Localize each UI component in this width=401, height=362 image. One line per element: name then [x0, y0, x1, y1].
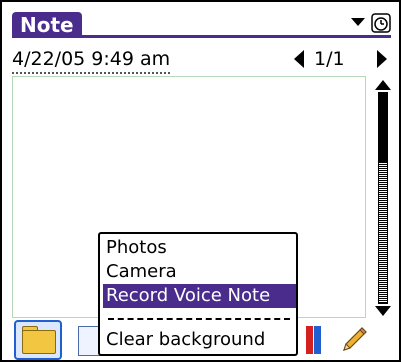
menu-separator: [108, 318, 290, 320]
note-date[interactable]: 4/22/05 9:49 am: [12, 46, 171, 74]
pencil-icon[interactable]: [338, 324, 370, 356]
menu-item-camera[interactable]: Camera: [103, 260, 296, 284]
prev-page-arrow-icon[interactable]: [294, 50, 304, 68]
color-swatch-blue: [314, 326, 321, 354]
menu-item-clear-background[interactable]: Clear background: [103, 328, 296, 352]
menu-item-record-voice-note[interactable]: Record Voice Note: [103, 284, 296, 308]
color-swatch-red: [306, 326, 313, 354]
clock-icon[interactable]: [371, 13, 391, 33]
menu-item-photos[interactable]: Photos: [103, 236, 296, 260]
menu-arrow-icon[interactable]: [351, 18, 365, 26]
scroll-thumb[interactable]: [378, 92, 388, 162]
title-bar: Note: [12, 12, 391, 38]
app-window: Note 4/22/05 9:49 am 1/1 Photos Camera R…: [0, 0, 401, 362]
folder-icon-body: [22, 330, 56, 354]
note-info-row: 4/22/05 9:49 am 1/1: [12, 46, 391, 74]
folder-button[interactable]: [14, 320, 62, 360]
page-count: 1/1: [314, 48, 345, 70]
title-underline: [12, 35, 391, 38]
scrollbar[interactable]: [375, 80, 391, 316]
next-page-arrow-icon[interactable]: [377, 50, 387, 68]
scroll-up-arrow-icon[interactable]: [375, 80, 391, 90]
scroll-down-arrow-icon[interactable]: [375, 306, 391, 316]
color-icon[interactable]: [306, 326, 322, 354]
popup-menu: Photos Camera Record Voice Note Clear ba…: [98, 232, 298, 356]
